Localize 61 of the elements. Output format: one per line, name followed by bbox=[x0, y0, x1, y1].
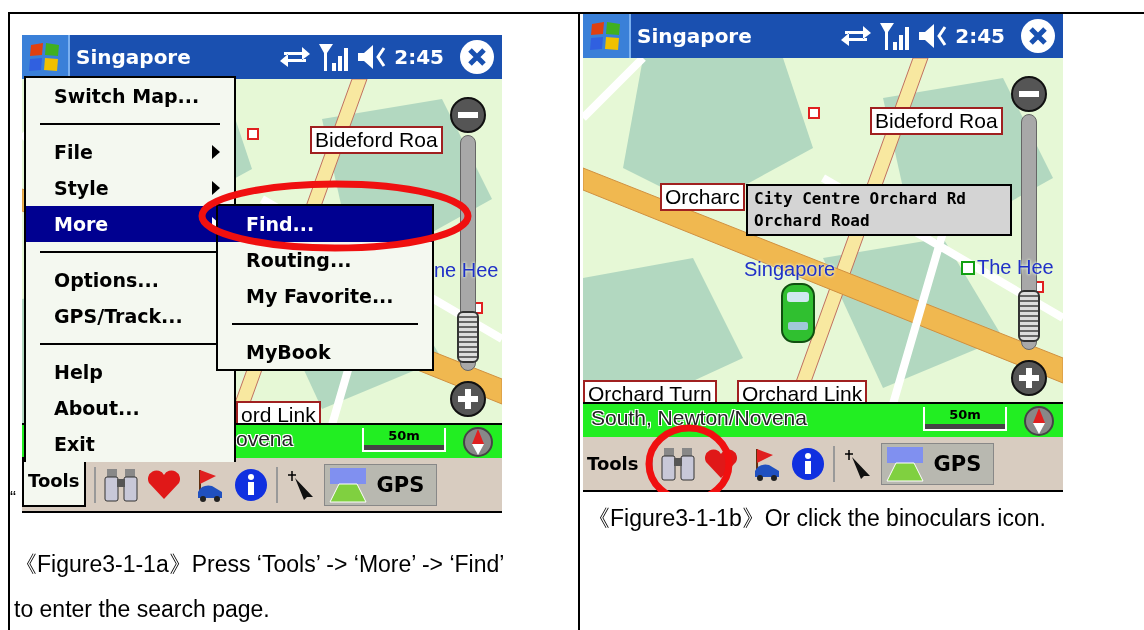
clock-time: 2:45 bbox=[394, 45, 444, 69]
popup-line: Orchard Road bbox=[754, 210, 871, 232]
slider-thumb[interactable] bbox=[457, 311, 479, 363]
slider-thumb[interactable] bbox=[1018, 290, 1040, 342]
signal-icon bbox=[879, 21, 912, 51]
window-title: Singapore bbox=[76, 45, 192, 69]
tools-menu-button[interactable]: Tools bbox=[583, 441, 643, 486]
menu-item[interactable]: Routing... bbox=[218, 242, 432, 278]
popup-line: City Centre Orchard Rd bbox=[754, 188, 967, 210]
flag-icon bbox=[589, 20, 623, 52]
minus-icon bbox=[1019, 91, 1039, 97]
start-button[interactable] bbox=[22, 35, 70, 79]
road-label: Bideford Roa bbox=[870, 107, 1003, 135]
pointer-icon[interactable] bbox=[285, 468, 316, 501]
heart-icon[interactable] bbox=[702, 447, 739, 480]
close-button[interactable] bbox=[1021, 19, 1055, 53]
quote-mark: “ bbox=[10, 488, 17, 509]
car-icon bbox=[780, 282, 816, 344]
pointer-icon[interactable] bbox=[842, 447, 873, 480]
minus-icon bbox=[458, 112, 478, 118]
road-label: Orcharc bbox=[660, 183, 745, 211]
compass-icon bbox=[462, 426, 494, 459]
area-name: ovena bbox=[236, 427, 294, 451]
road-view-icon bbox=[885, 445, 924, 482]
scale-bar: 50m bbox=[362, 428, 446, 453]
menu-item[interactable]: Switch Map... bbox=[26, 78, 234, 114]
close-icon bbox=[1027, 25, 1049, 47]
scale-bar: 50m bbox=[923, 407, 1007, 432]
plus-icon bbox=[458, 389, 478, 409]
menu-item[interactable]: File bbox=[26, 134, 234, 170]
plus-icon bbox=[1019, 368, 1039, 388]
heart-icon[interactable] bbox=[145, 468, 182, 501]
signal-icon bbox=[318, 42, 351, 72]
binoculars-icon[interactable] bbox=[103, 466, 138, 503]
menu-item[interactable]: Style bbox=[26, 170, 234, 206]
figure-caption: 《Figure3-1-1a》Press ‘Tools’ -> ‘More’ -> ‘Find’ to enter the search page. bbox=[13, 550, 505, 624]
window-title: Singapore bbox=[637, 24, 753, 48]
road-label: ord Link bbox=[236, 401, 321, 424]
figure-caption: 《Figure3-1-1b》Or click the binoculars icon. bbox=[586, 504, 1047, 533]
menu-item[interactable]: Find... bbox=[218, 206, 432, 242]
start-button[interactable] bbox=[583, 14, 631, 58]
road-label: Orchard Turn bbox=[583, 380, 717, 403]
menu-item[interactable]: My Favorite... bbox=[218, 278, 432, 314]
menu-item[interactable]: About... bbox=[26, 390, 234, 426]
binoculars-icon[interactable] bbox=[660, 445, 695, 482]
close-button[interactable] bbox=[460, 40, 494, 74]
submenu-arrow-icon bbox=[212, 181, 220, 195]
menu-item[interactable]: MyBook bbox=[218, 334, 432, 370]
road-label: Bideford Roa bbox=[310, 126, 443, 154]
info-icon[interactable] bbox=[790, 446, 825, 481]
area-name: South, Newton/Novena bbox=[591, 406, 807, 430]
close-icon bbox=[466, 46, 488, 68]
gps-button[interactable]: GPS bbox=[880, 442, 995, 485]
clock-time: 2:45 bbox=[955, 24, 1005, 48]
submenu-arrow-icon bbox=[212, 145, 220, 159]
gps-button[interactable]: GPS bbox=[323, 463, 438, 506]
road-label: Orchard Link bbox=[737, 380, 868, 403]
compass-icon bbox=[1023, 405, 1055, 438]
road-view-icon bbox=[328, 466, 367, 503]
info-icon[interactable] bbox=[233, 467, 268, 502]
flag-icon bbox=[28, 41, 62, 73]
